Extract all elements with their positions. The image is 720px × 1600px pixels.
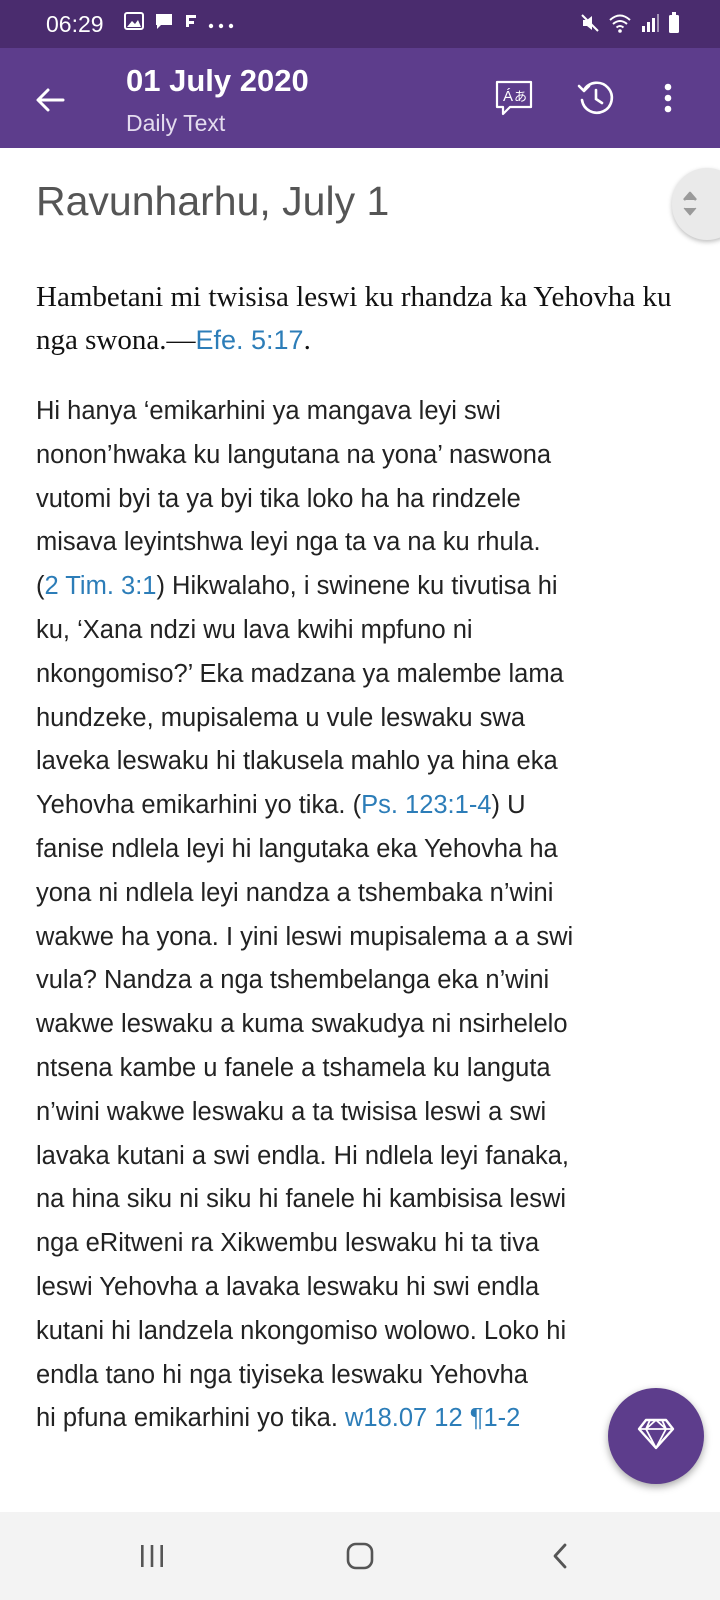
page-subtitle: Daily Text bbox=[126, 110, 226, 136]
app-bar: 01 July 2020 Daily Text Á あ bbox=[0, 48, 720, 148]
scripture-link[interactable]: 2 Tim. 3:1 bbox=[45, 572, 157, 600]
comment-line: vutomi byi ta ya byi tika loko ha ha rin… bbox=[36, 478, 686, 522]
comment-line: (2 Tim. 3:1) Hikwalaho, i swinene ku tiv… bbox=[36, 565, 686, 609]
theme-scripture-link[interactable]: Efe. 5:17 bbox=[195, 325, 303, 355]
image-icon bbox=[124, 12, 144, 35]
comment-text: kutani hi landzela nkongomiso wolowo. Lo… bbox=[36, 1316, 567, 1345]
comment-text: misava leyintshwa leyi nga ta va na ku r… bbox=[36, 528, 541, 557]
comment-text: ntsena kambe u fanele a tshamela ku lang… bbox=[36, 1053, 551, 1082]
comment-line: kutani hi landzela nkongomiso wolowo. Lo… bbox=[36, 1310, 686, 1354]
comment-text: nga eRitweni ra Xikwembu leswaku hi ta t… bbox=[36, 1229, 540, 1258]
mute-icon bbox=[580, 13, 600, 38]
comment-text: Hi hanya ‘emikarhini ya mangava leyi swi bbox=[36, 397, 501, 425]
comment-line: wakwe leswaku a kuma swakudya ni nsirhel… bbox=[36, 1003, 686, 1047]
comment-text: ku, ‘Xana ndzi wu lava kwihi mpfuno ni bbox=[36, 615, 473, 644]
theme-text: Hambetani mi twisisa leswi ku rhandza ka… bbox=[36, 281, 672, 356]
svg-text:Á: Á bbox=[503, 88, 513, 105]
comment-text: nonon’hwaka ku langutana na yona’ naswon… bbox=[36, 440, 552, 469]
comment-text: laveka leswaku hi tlakusela mahlo ya hin… bbox=[36, 747, 558, 776]
comment-text: lavaka kutani a swi endla. Hi ndlela ley… bbox=[36, 1141, 569, 1170]
status-bar: 06:29 bbox=[0, 0, 720, 48]
comment-line: na hina siku ni siku hi fanele hi kambis… bbox=[36, 1178, 686, 1222]
comment-line: vula? Nandza a nga tshembelanga eka n’wi… bbox=[36, 959, 686, 1003]
day-heading: Ravunharhu, July 1 bbox=[36, 178, 390, 224]
comment-line: hi pfuna emikarhini yo tika. w18.07 12 ¶… bbox=[36, 1397, 686, 1441]
wifi-icon bbox=[608, 13, 632, 38]
comment-text: ) Hikwalaho, i swinene ku tivutisa hi bbox=[156, 572, 558, 601]
scripture-link[interactable]: Ps. 123:1-4 bbox=[361, 791, 491, 819]
comment-text: wakwe ha yona. I yini leswi mupisalema a… bbox=[36, 922, 574, 951]
theme-scripture: Hambetani mi twisisa leswi ku rhandza ka… bbox=[36, 276, 684, 362]
comment-line: nkongomiso?’ Eka madzana ya malembe lama bbox=[36, 653, 686, 697]
translate-icon[interactable]: Á あ bbox=[490, 74, 538, 122]
comment-text: endla tano hi nga tiyiseka leswaku Yehov… bbox=[36, 1360, 528, 1389]
status-time: 06:29 bbox=[46, 11, 104, 37]
comment-line: nonon’hwaka ku langutana na yona’ naswon… bbox=[36, 434, 686, 478]
message-icon bbox=[154, 12, 174, 35]
comment-text: yona ni ndlela leyi nandza a tshembaka n… bbox=[36, 878, 554, 907]
comment-line: n’wini wakwe leswaku a ta twisisa leswi … bbox=[36, 1091, 686, 1135]
comment-text: Yehovha emikarhini yo tika. ( bbox=[36, 791, 362, 820]
comment-text: vula? Nandza a nga tshembelanga eka n’wi… bbox=[36, 966, 550, 995]
comment-line: laveka leswaku hi tlakusela mahlo ya hin… bbox=[36, 740, 686, 784]
comment-text: ( bbox=[36, 572, 45, 601]
theme-end: . bbox=[303, 324, 311, 356]
comment-line: endla tano hi nga tiyiseka leswaku Yehov… bbox=[36, 1354, 686, 1398]
back-arrow-icon[interactable] bbox=[28, 78, 72, 122]
comment-line: Yehovha emikarhini yo tika. (Ps. 123:1-4… bbox=[36, 784, 686, 828]
comment-line: ntsena kambe u fanele a tshamela ku lang… bbox=[36, 1047, 686, 1091]
comment-text: na hina siku ni siku hi fanele hi kambis… bbox=[36, 1185, 567, 1214]
comment-line: hundzeke, mupisalema u vule leswaku swa bbox=[36, 697, 686, 741]
more-vert-icon[interactable] bbox=[644, 74, 692, 122]
comment-text: hundzeke, mupisalema u vule leswaku swa bbox=[36, 703, 526, 732]
battery-icon bbox=[668, 12, 680, 39]
scripture-link[interactable]: w18.07 12 ¶1-2 bbox=[345, 1404, 520, 1432]
comment-text: n’wini wakwe leswaku a ta twisisa leswi … bbox=[36, 1097, 547, 1126]
svg-text:あ: あ bbox=[514, 90, 527, 105]
recent-apps-icon[interactable] bbox=[128, 1532, 176, 1580]
comment-text: nkongomiso?’ Eka madzana ya malembe lama bbox=[36, 659, 564, 688]
comment-text: wakwe leswaku a kuma swakudya ni nsirhel… bbox=[36, 1010, 568, 1039]
comment-text: hi pfuna emikarhini yo tika. bbox=[36, 1404, 345, 1433]
notification-icons bbox=[124, 12, 234, 35]
page-title: 01 July 2020 bbox=[126, 63, 309, 98]
comment-line: nga eRitweni ra Xikwembu leswaku hi ta t… bbox=[36, 1222, 686, 1266]
nav-back-icon[interactable] bbox=[536, 1532, 584, 1580]
comment-line: Hi hanya ‘emikarhini ya mangava leyi swi bbox=[36, 390, 686, 434]
comment-body: Hi hanya ‘emikarhini ya mangava leyi swi… bbox=[36, 390, 686, 1441]
comment-text: vutomi byi ta ya byi tika loko ha ha rin… bbox=[36, 484, 521, 513]
more-notifications-icon bbox=[208, 13, 234, 34]
comment-line: yona ni ndlela leyi nandza a tshembaka n… bbox=[36, 872, 686, 916]
comment-line: leswi Yehovha a lavaka leswaku hi swi en… bbox=[36, 1266, 686, 1310]
daily-text-content[interactable]: Ravunharhu, July 1 Hambetani mi twisisa … bbox=[0, 148, 720, 1512]
gem-fab-button[interactable] bbox=[608, 1388, 704, 1484]
system-icons bbox=[580, 12, 680, 39]
comment-text: ) U bbox=[491, 791, 526, 820]
diamond-icon bbox=[636, 1417, 676, 1456]
signal-icon bbox=[640, 13, 660, 38]
comment-line: fanise ndlela leyi hi langutaka eka Yeho… bbox=[36, 828, 686, 872]
comment-line: wakwe ha yona. I yini leswi mupisalema a… bbox=[36, 916, 686, 960]
comment-line: lavaka kutani a swi endla. Hi ndlela ley… bbox=[36, 1135, 686, 1179]
flipboard-icon bbox=[184, 13, 198, 34]
comment-text: leswi Yehovha a lavaka leswaku hi swi en… bbox=[36, 1272, 540, 1301]
fast-scroll-handle[interactable] bbox=[672, 168, 720, 240]
comment-line: misava leyintshwa leyi nga ta va na ku r… bbox=[36, 521, 686, 565]
home-icon[interactable] bbox=[336, 1532, 384, 1580]
comment-line: ku, ‘Xana ndzi wu lava kwihi mpfuno ni bbox=[36, 609, 686, 653]
system-nav-bar bbox=[0, 1512, 720, 1600]
comment-text: fanise ndlela leyi hi langutaka eka Yeho… bbox=[36, 834, 558, 863]
history-icon[interactable] bbox=[572, 74, 620, 122]
